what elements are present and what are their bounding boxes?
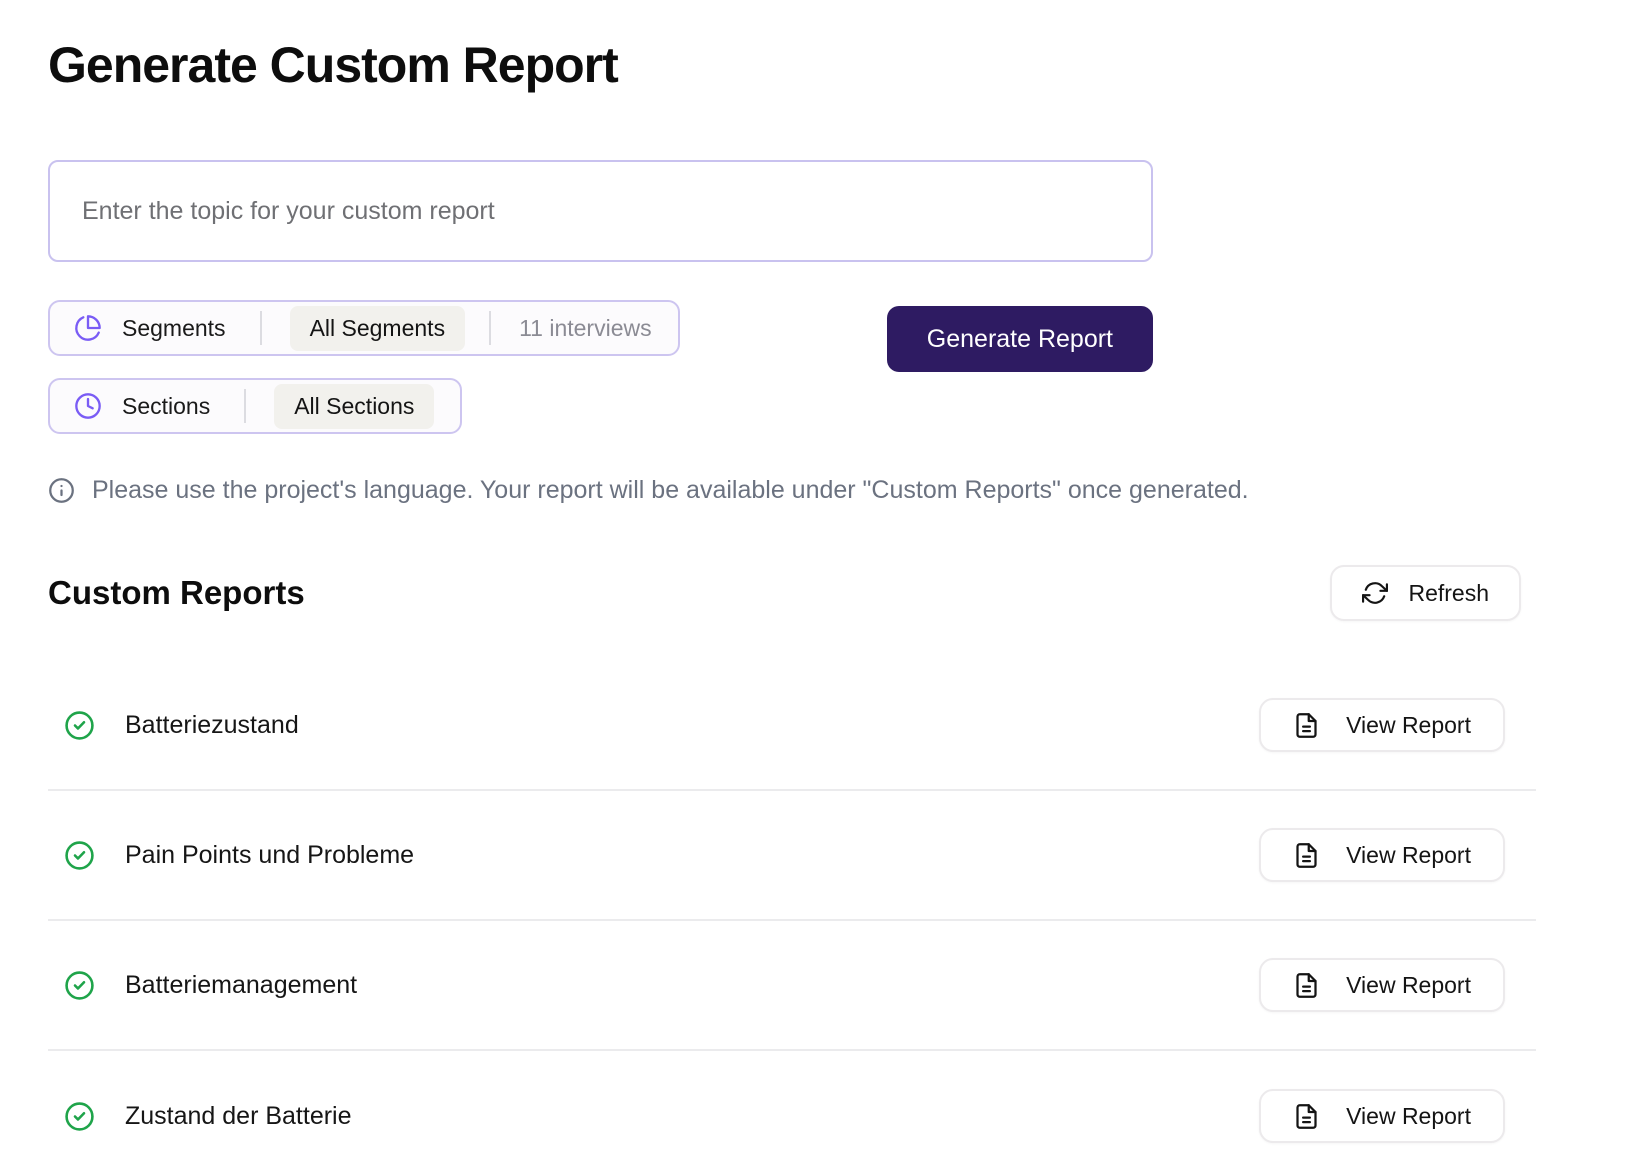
view-report-label: View Report xyxy=(1346,712,1471,739)
report-row-info: Zustand der Batterie xyxy=(48,1101,352,1132)
view-report-label: View Report xyxy=(1346,1103,1471,1130)
check-circle-icon xyxy=(64,1101,95,1132)
refresh-icon xyxy=(1362,580,1388,606)
report-title: Batteriezustand xyxy=(125,711,299,740)
clock-icon xyxy=(74,392,102,420)
segments-filter-label: Segments xyxy=(122,315,226,342)
check-circle-icon xyxy=(64,970,95,1001)
report-row: Zustand der Batterie View Report xyxy=(48,1051,1536,1154)
info-note-text: Please use the project's language. Your … xyxy=(92,476,1249,505)
divider xyxy=(244,389,246,423)
report-row-info: Batteriemanagement xyxy=(48,970,357,1001)
segments-filter-chip[interactable]: Segments All Segments 11 interviews xyxy=(48,300,680,356)
generate-custom-report-page: Generate Custom Report Segments All Segm… xyxy=(0,0,1632,1154)
check-circle-icon xyxy=(64,710,95,741)
file-text-icon xyxy=(1293,712,1320,739)
custom-reports-heading: Custom Reports xyxy=(48,574,305,612)
report-title: Pain Points und Probleme xyxy=(125,841,414,870)
info-note: Please use the project's language. Your … xyxy=(48,476,1536,505)
divider xyxy=(489,311,491,345)
report-row-info: Batteriezustand xyxy=(48,710,299,741)
view-report-button[interactable]: View Report xyxy=(1259,1089,1505,1143)
file-text-icon xyxy=(1293,842,1320,869)
report-row: Batteriezustand View Report xyxy=(48,661,1536,791)
report-row-info: Pain Points und Probleme xyxy=(48,840,414,871)
generate-report-button[interactable]: Generate Report xyxy=(887,306,1153,372)
segments-filter-value[interactable]: All Segments xyxy=(290,306,466,351)
page-title: Generate Custom Report xyxy=(48,36,1536,94)
custom-reports-header: Custom Reports Refresh xyxy=(48,565,1536,621)
report-title: Batteriemanagement xyxy=(125,971,357,1000)
view-report-label: View Report xyxy=(1346,972,1471,999)
topic-input[interactable] xyxy=(48,160,1153,262)
file-text-icon xyxy=(1293,1103,1320,1130)
segments-interview-count: 11 interviews xyxy=(519,315,652,342)
sections-filter-value[interactable]: All Sections xyxy=(274,384,434,429)
custom-reports-list: Batteriezustand View Report Pain Points … xyxy=(48,661,1536,1154)
refresh-button-label: Refresh xyxy=(1408,580,1489,607)
divider xyxy=(260,311,262,345)
info-icon xyxy=(48,477,75,504)
sections-filter-chip[interactable]: Sections All Sections xyxy=(48,378,462,434)
view-report-button[interactable]: View Report xyxy=(1259,698,1505,752)
report-row: Batteriemanagement View Report xyxy=(48,921,1536,1051)
pie-chart-icon xyxy=(74,314,102,342)
view-report-label: View Report xyxy=(1346,842,1471,869)
controls-row: Segments All Segments 11 interviews Sect… xyxy=(48,300,1153,434)
refresh-button[interactable]: Refresh xyxy=(1330,565,1521,621)
view-report-button[interactable]: View Report xyxy=(1259,828,1505,882)
check-circle-icon xyxy=(64,840,95,871)
report-title: Zustand der Batterie xyxy=(125,1102,352,1131)
sections-filter-label: Sections xyxy=(122,393,210,420)
file-text-icon xyxy=(1293,972,1320,999)
filter-chips: Segments All Segments 11 interviews Sect… xyxy=(48,300,680,434)
report-row: Pain Points und Probleme View Report xyxy=(48,791,1536,921)
view-report-button[interactable]: View Report xyxy=(1259,958,1505,1012)
